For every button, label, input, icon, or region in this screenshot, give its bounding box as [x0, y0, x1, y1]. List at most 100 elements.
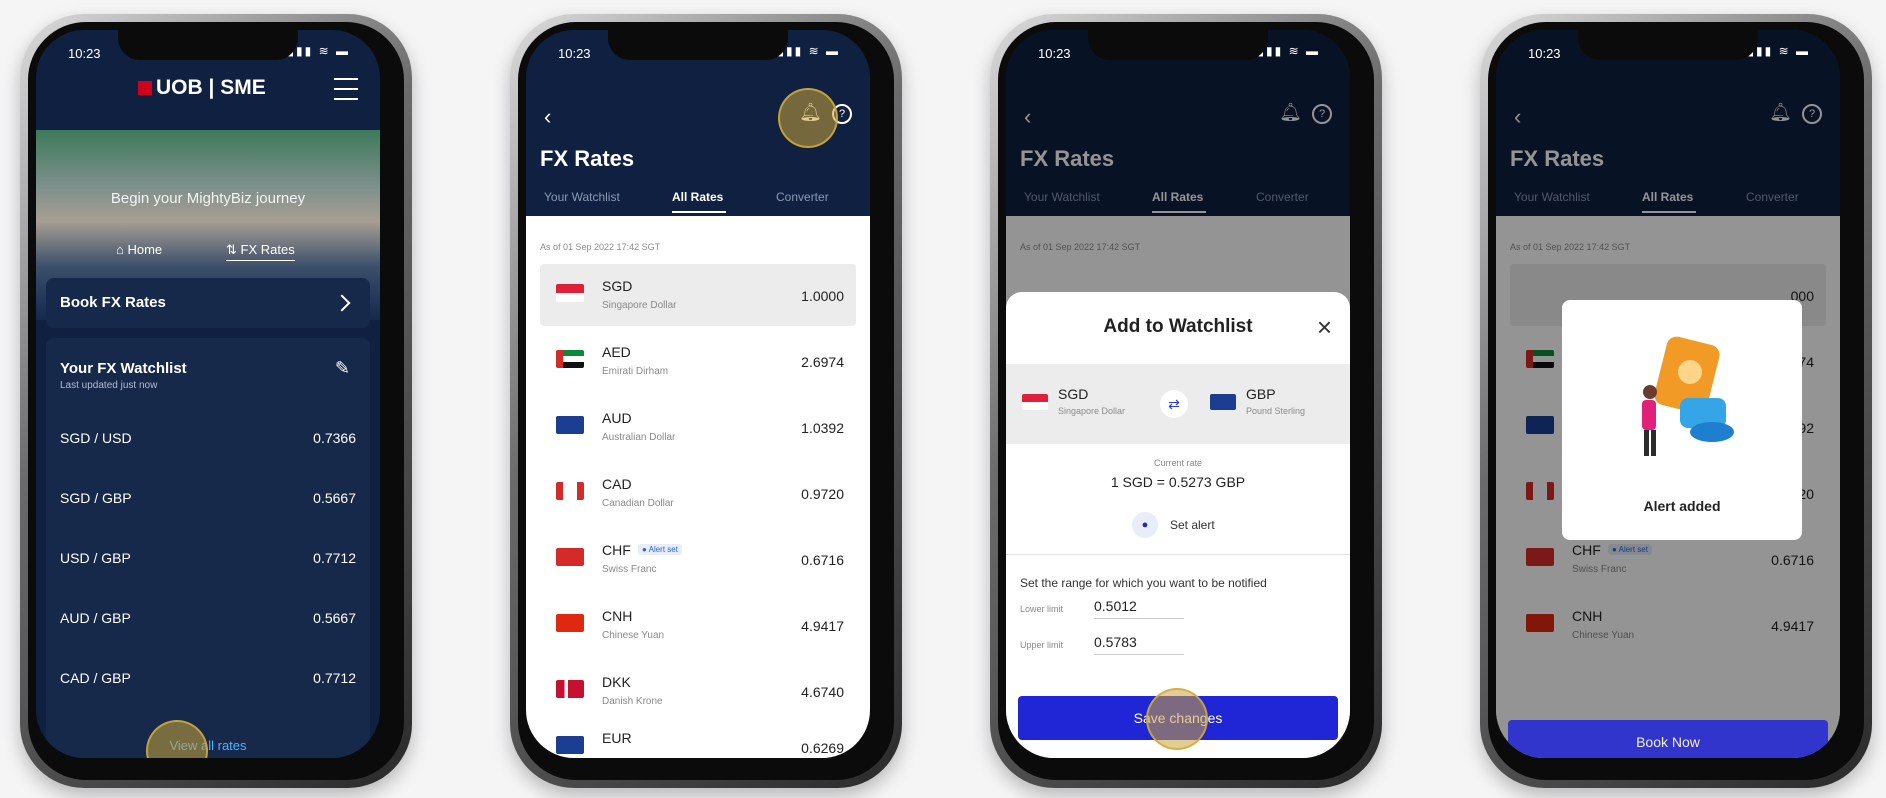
currency-name: Chinese Yuan	[602, 630, 665, 641]
watchlist-card: Your FX Watchlist Last updated just now …	[46, 338, 370, 758]
divider	[1006, 554, 1350, 555]
pair-label: USD / GBP	[60, 550, 131, 566]
nav-fx-rates[interactable]: ⇅ FX Rates	[226, 242, 295, 261]
status-indicators: ▮▮▮ ≋ ▬	[1257, 44, 1320, 58]
currency-rate: 0.6269	[801, 740, 844, 756]
phone-alert-added: 10:23 ▮▮▮ ≋ ▬ ‹ 🔔︎ ? FX Rates Your Watch…	[1480, 14, 1872, 788]
currency-row[interactable]: SGD Singapore Dollar 1.0000	[540, 264, 856, 326]
currency-code: CHF	[602, 542, 631, 558]
status-time: 10:23	[68, 46, 101, 61]
currency-rate: 1.0000	[801, 288, 844, 304]
home-icon: ⌂	[116, 242, 128, 257]
active-tab-indicator	[672, 211, 726, 213]
upper-limit-label: Upper limit	[1020, 640, 1064, 650]
to-currency-code[interactable]: GBP	[1246, 386, 1276, 402]
upper-limit-input[interactable]: 0.5783	[1094, 634, 1184, 655]
currency-name: Swiss Franc	[602, 564, 657, 575]
status-indicators: ▮▮▮ ≋ ▬	[777, 44, 840, 58]
screen-alert-added: 10:23 ▮▮▮ ≋ ▬ ‹ 🔔︎ ? FX Rates Your Watch…	[1496, 30, 1840, 758]
nav-fx-label: FX Rates	[240, 242, 295, 257]
alert-illustration-icon	[1642, 336, 1734, 456]
logo-text: UOB | SME	[156, 76, 266, 99]
flag-dk-icon	[556, 680, 584, 698]
currency-code: EUR	[602, 730, 632, 746]
tab-converter[interactable]: Converter	[776, 190, 829, 204]
watchlist-updated: Last updated just now	[60, 380, 158, 391]
watchlist-row[interactable]: SGD / USD 0.7366	[60, 430, 356, 450]
currency-name: Canadian Dollar	[602, 498, 674, 509]
as-of-timestamp: As of 01 Sep 2022 17:42 SGT	[540, 242, 661, 252]
currency-rate: 0.9720	[801, 486, 844, 502]
currency-row[interactable]: DKK Danish Krone 4.6740	[540, 660, 856, 722]
tab-all-rates[interactable]: All Rates	[672, 190, 723, 204]
currency-row[interactable]: EUR 0.6269	[540, 716, 856, 758]
to-currency-name: Pound Sterling	[1246, 406, 1306, 416]
menu-icon[interactable]	[334, 78, 358, 100]
swap-icon[interactable]: ⇄	[1160, 390, 1188, 418]
currency-rate: 2.6974	[801, 354, 844, 370]
from-currency-code[interactable]: SGD	[1058, 386, 1088, 402]
uob-logo: UOB | SME	[138, 76, 266, 100]
edit-pencil-icon[interactable]: ✎	[335, 358, 350, 379]
currency-code: AED	[602, 344, 631, 360]
phone-add-watchlist: 10:23 ▮▮▮ ≋ ▬ ‹ 🔔︎ ? FX Rates Your Watch…	[990, 14, 1382, 788]
current-rate-value: 1 SGD = 0.5273 GBP	[1110, 474, 1246, 490]
currency-pair-selector: SGD Singapore Dollar ⇄ GBP Pound Sterlin…	[1006, 364, 1350, 444]
status-time: 10:23	[1528, 46, 1561, 61]
alert-added-popup: Alert added	[1562, 300, 1802, 540]
pair-label: SGD / USD	[60, 430, 132, 446]
currency-row[interactable]: AUD Australian Dollar 1.0392	[540, 396, 856, 458]
notch	[1578, 30, 1758, 60]
currency-code: CAD	[602, 476, 632, 492]
currency-row[interactable]: CNH Chinese Yuan 4.9417	[540, 594, 856, 656]
flag-eu-icon	[556, 736, 584, 754]
pair-label: AUD / GBP	[60, 610, 131, 626]
currency-name: Danish Krone	[602, 696, 663, 707]
pair-rate: 0.5667	[313, 610, 356, 626]
tab-watchlist[interactable]: Your Watchlist	[544, 190, 620, 204]
currency-name: Emirati Dirham	[602, 366, 669, 377]
flag-au-icon	[556, 416, 584, 434]
watchlist-row[interactable]: AUD / GBP 0.5667	[60, 610, 356, 630]
chevron-right-icon	[333, 294, 351, 312]
lower-limit-input[interactable]: 0.5012	[1094, 598, 1184, 619]
tap-highlight	[778, 88, 838, 148]
pair-label: CAD / GBP	[60, 670, 131, 686]
page-title: FX Rates	[540, 146, 635, 171]
currency-code: DKK	[602, 674, 631, 690]
alert-set-badge: ● Alert set	[638, 544, 682, 555]
status-time: 10:23	[1038, 46, 1071, 61]
watchlist-title: Your FX Watchlist	[60, 360, 187, 377]
close-icon[interactable]: ×	[1317, 312, 1332, 343]
book-fx-rates-button[interactable]: Book FX Rates	[46, 278, 370, 328]
flag-cn-icon	[556, 614, 584, 632]
currency-code: CNH	[602, 608, 633, 624]
notch	[1088, 30, 1268, 60]
modal-title: Add to Watchlist	[1103, 316, 1253, 337]
currency-row[interactable]: CHF ● Alert set Swiss Franc 0.6716	[540, 528, 856, 590]
watchlist-row[interactable]: CAD / GBP 0.7712	[60, 670, 356, 690]
set-alert-label[interactable]: Set alert	[1170, 518, 1215, 532]
currency-row[interactable]: CAD Canadian Dollar 0.9720	[540, 462, 856, 524]
flag-ae-icon	[556, 350, 584, 368]
bell-alert-icon[interactable]: ●	[1132, 512, 1158, 538]
currency-name: Singapore Dollar	[602, 300, 677, 311]
range-prompt: Set the range for which you want to be n…	[1020, 576, 1267, 590]
rates-list: As of 01 Sep 2022 17:42 SGT SGD Singapor…	[526, 216, 870, 758]
lower-limit-label: Lower limit	[1020, 604, 1064, 614]
screen-add-watchlist: 10:23 ▮▮▮ ≋ ▬ ‹ 🔔︎ ? FX Rates Your Watch…	[1006, 30, 1350, 758]
tap-highlight	[1146, 688, 1208, 750]
pair-rate: 0.5667	[313, 490, 356, 506]
book-now-button[interactable]: Book Now	[1508, 720, 1828, 758]
flag-ca-icon	[556, 482, 584, 500]
back-arrow-icon[interactable]: ‹	[544, 104, 551, 130]
view-all-rates-link[interactable]: View all rates	[36, 738, 380, 753]
status-indicators: ▮▮▮ ≋ ▬	[1747, 44, 1810, 58]
nav-home[interactable]: ⌂ Home	[116, 242, 162, 257]
currency-row[interactable]: AED Emirati Dirham 2.6974	[540, 330, 856, 392]
currency-rate: 4.6740	[801, 684, 844, 700]
currency-code: AUD	[602, 410, 632, 426]
watchlist-row[interactable]: SGD / GBP 0.5667	[60, 490, 356, 510]
watchlist-row[interactable]: USD / GBP 0.7712	[60, 550, 356, 570]
phone-home: 10:23 ▮▮▮ ≋ ▬ UOB | SME Begin your Might…	[20, 14, 412, 788]
